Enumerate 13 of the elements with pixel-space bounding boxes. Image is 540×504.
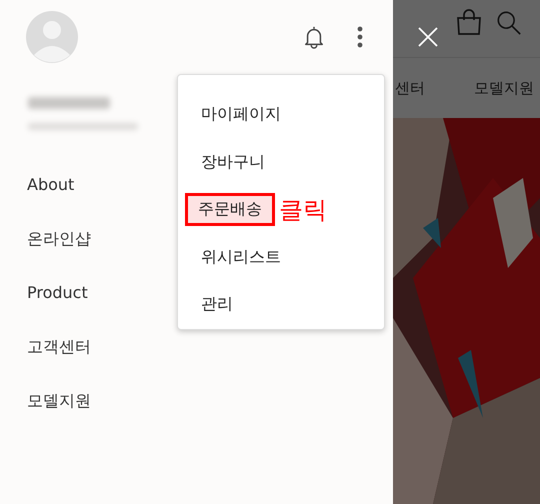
menu-item[interactable]: 관리	[185, 285, 249, 324]
menu-item[interactable]: 위시리스트	[185, 238, 297, 277]
menu-item[interactable]: 장바구니	[185, 142, 281, 182]
search-icon[interactable]	[496, 10, 522, 36]
menu-item[interactable]: 주문배송	[185, 193, 275, 226]
menu-item[interactable]: 마이페이지	[185, 95, 297, 134]
bag-icon[interactable]	[456, 8, 482, 36]
annotation-label: 클릭	[279, 194, 327, 226]
bell-icon[interactable]	[303, 25, 325, 49]
close-icon[interactable]	[418, 26, 438, 46]
menu-item[interactable]: 고객센터	[27, 335, 393, 389]
more-icon[interactable]	[357, 26, 363, 48]
menu-item[interactable]: 모델지원	[27, 389, 393, 443]
